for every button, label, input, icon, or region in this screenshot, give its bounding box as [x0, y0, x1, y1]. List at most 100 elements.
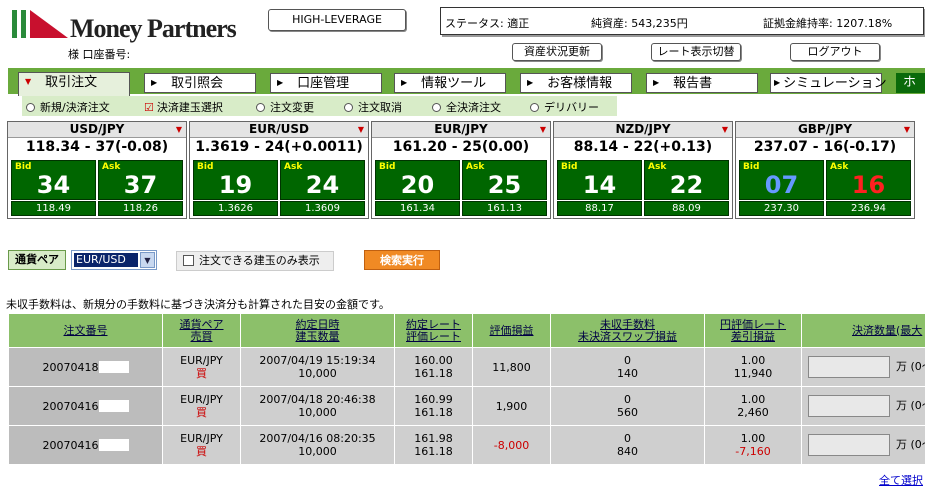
col-pair-side[interactable]: 通貨ペア 売買 [162, 313, 241, 348]
triangle-right-icon: ▶ [401, 78, 408, 87]
ask-button[interactable]: Ask 22 [644, 160, 729, 200]
table-header-row: 注文番号 通貨ペア 売買 約定日時 建玉数量 約定レート 評価レート 評価損益 未収手… [8, 313, 925, 348]
ask-button[interactable]: Ask 24 [280, 160, 365, 200]
ask-button[interactable]: Ask 25 [462, 160, 547, 200]
search-execute-button[interactable]: 検索実行 [364, 250, 440, 270]
col-yen-rate-net[interactable]: 円評価レート 差引損益 [704, 313, 802, 348]
eval-pl: -8,000 [472, 425, 551, 465]
margin-rate-text: 証拠金維持率: 1207.18% [763, 17, 893, 30]
table-row: 20070418 EUR/JPY 買 2007/04/19 15:19:34 10,… [8, 347, 925, 387]
masked-digits [98, 399, 129, 412]
ask-button[interactable]: Ask 37 [98, 160, 183, 200]
rate-line: 161.20 - 25(0.00) [392, 139, 530, 155]
date-qty: 2007/04/19 15:19:34 10,000 [240, 347, 395, 387]
high-leverage-button[interactable]: HIGH-LEVERAGE [268, 9, 406, 31]
rate-toggle-button[interactable]: レート表示切替 [651, 43, 741, 61]
radio-icon [530, 103, 539, 112]
chevron-down-icon[interactable]: ▼ [140, 252, 155, 268]
rates: 160.00 161.18 [394, 347, 473, 387]
ask-range-value: 236.94 [826, 201, 911, 216]
tab-info-tools[interactable]: ▶ 情報ツール [394, 73, 506, 93]
status-text: ステータス: 適正 [445, 17, 530, 30]
subnav-order-cancel[interactable]: 注文取消 [344, 99, 402, 115]
dropdown-triangle-icon[interactable]: ▼ [358, 122, 364, 137]
masked-digits [98, 360, 129, 373]
subnav-new-settle-order[interactable]: 新規/決済注文 [26, 99, 110, 115]
subnav-delivery[interactable]: デリバリー [530, 99, 599, 115]
rate-panel-eur-jpy: EUR/JPY ▼ 161.20 - 25(0.00) Bid 20 Ask 25 1… [371, 121, 551, 219]
yen-rate-net: 1.00 11,940 [704, 347, 802, 387]
rate-panel-eur-usd: EUR/USD ▼ 1.3619 - 24(+0.0011) Bid 19 Ask 2… [189, 121, 369, 219]
date-qty: 2007/04/18 20:46:38 10,000 [240, 386, 395, 426]
dropdown-triangle-icon[interactable]: ▼ [176, 122, 182, 137]
select-all-link[interactable]: 全て選択 [879, 472, 923, 488]
col-rates[interactable]: 約定レート 評価レート [394, 313, 473, 348]
rates: 161.98 161.18 [394, 425, 473, 465]
eval-pl: 11,800 [472, 347, 551, 387]
settle-qty-cell: 万 (0〜 [801, 386, 925, 426]
col-date-qty[interactable]: 約定日時 建玉数量 [240, 313, 395, 348]
bid-button[interactable]: Bid 19 [193, 160, 278, 200]
positions-table: 注文番号 通貨ペア 売買 約定日時 建玉数量 約定レート 評価レート 評価損益 未収手… [8, 313, 925, 465]
money-partners-logo-icon [12, 10, 68, 38]
subnav-settle-position-select[interactable]: ☑ 決済建玉選択 [144, 99, 223, 115]
dropdown-triangle-icon[interactable]: ▼ [722, 122, 728, 137]
ask-range-value: 161.13 [462, 201, 547, 216]
dropdown-triangle-icon[interactable]: ▼ [540, 122, 546, 137]
rates: 160.99 161.18 [394, 386, 473, 426]
bid-button[interactable]: Bid 14 [557, 160, 642, 200]
ask-range-value: 118.26 [98, 201, 183, 216]
pair-side: EUR/JPY 買 [162, 386, 241, 426]
tab-simulation[interactable]: ▶ シミュレーション [770, 73, 887, 93]
tab-trade-inquiry[interactable]: ▶ 取引照会 [144, 73, 256, 93]
fee-swap: 0 840 [550, 425, 705, 465]
settle-qty-input[interactable] [808, 356, 890, 378]
checkbox-icon[interactable] [183, 255, 194, 266]
tab-trade-order[interactable]: ▼ 取引注文 [18, 72, 130, 96]
logout-button[interactable]: ログアウト [790, 43, 880, 61]
asset-update-button[interactable]: 資産状況更新 [512, 43, 602, 61]
check-icon: ☑ [144, 101, 154, 114]
dropdown-triangle-icon[interactable]: ▼ [904, 122, 910, 137]
bid-button[interactable]: Bid 20 [375, 160, 460, 200]
subnav-order-change[interactable]: 注文変更 [256, 99, 314, 115]
rate-line: 1.3619 - 24(+0.0011) [195, 139, 363, 155]
tab-account-management[interactable]: ▶ 口座管理 [270, 73, 382, 93]
triangle-right-icon: ▶ [653, 78, 660, 87]
pair-name: USD/JPY [69, 122, 125, 136]
yen-rate-net: 1.00 -7,160 [704, 425, 802, 465]
sub-nav-bar [22, 96, 617, 116]
tab-reports[interactable]: ▶ 報告書 [646, 73, 758, 93]
triangle-right-icon: ▶ [527, 78, 534, 87]
bid-button[interactable]: Bid 07 [739, 160, 824, 200]
bid-button[interactable]: Bid 34 [11, 160, 96, 200]
order-number: 20070416 [8, 386, 163, 426]
account-status-box: ステータス: 適正 純資産: 543,235円 証拠金維持率: 1207.18% [440, 7, 924, 35]
pair-name: GBP/JPY [797, 122, 853, 136]
bid-range-value: 161.34 [375, 201, 460, 216]
ask-range-value: 1.3609 [280, 201, 365, 216]
col-eval-pl[interactable]: 評価損益 [472, 313, 551, 348]
currency-pair-select[interactable]: EUR/USD ▼ [71, 250, 157, 270]
col-order-number[interactable]: 注文番号 [8, 313, 163, 348]
tab-customer-info[interactable]: ▶ お客様情報 [520, 73, 632, 93]
order-number: 20070416 [8, 425, 163, 465]
pair-name: EUR/USD [249, 122, 309, 136]
settle-qty-input[interactable] [808, 434, 890, 456]
only-orderable-checkbox[interactable]: 注文できる建玉のみ表示 [176, 251, 334, 271]
settle-qty-input[interactable] [808, 395, 890, 417]
col-fee-swap[interactable]: 未収手数料 未決済スワップ損益 [550, 313, 705, 348]
table-row: 20070416 EUR/JPY 買 2007/04/18 20:46:38 10,… [8, 386, 925, 426]
pair-name: EUR/JPY [434, 122, 488, 136]
brand-name: Money Partners [70, 14, 237, 43]
triangle-right-icon: ▶ [774, 78, 781, 87]
subnav-settle-all-order[interactable]: 全決済注文 [432, 99, 501, 115]
settle-qty-cell: 万 (0〜 [801, 425, 925, 465]
tab-home[interactable]: ホ [896, 73, 925, 93]
rate-line: 88.14 - 22(+0.13) [573, 139, 713, 155]
ask-button[interactable]: Ask 16 [826, 160, 911, 200]
bid-range-value: 1.3626 [193, 201, 278, 216]
col-settle-qty[interactable]: 決済数量(最大 [801, 313, 925, 348]
triangle-down-icon: ▼ [25, 77, 32, 86]
settle-qty-cell: 万 (0〜 [801, 347, 925, 387]
